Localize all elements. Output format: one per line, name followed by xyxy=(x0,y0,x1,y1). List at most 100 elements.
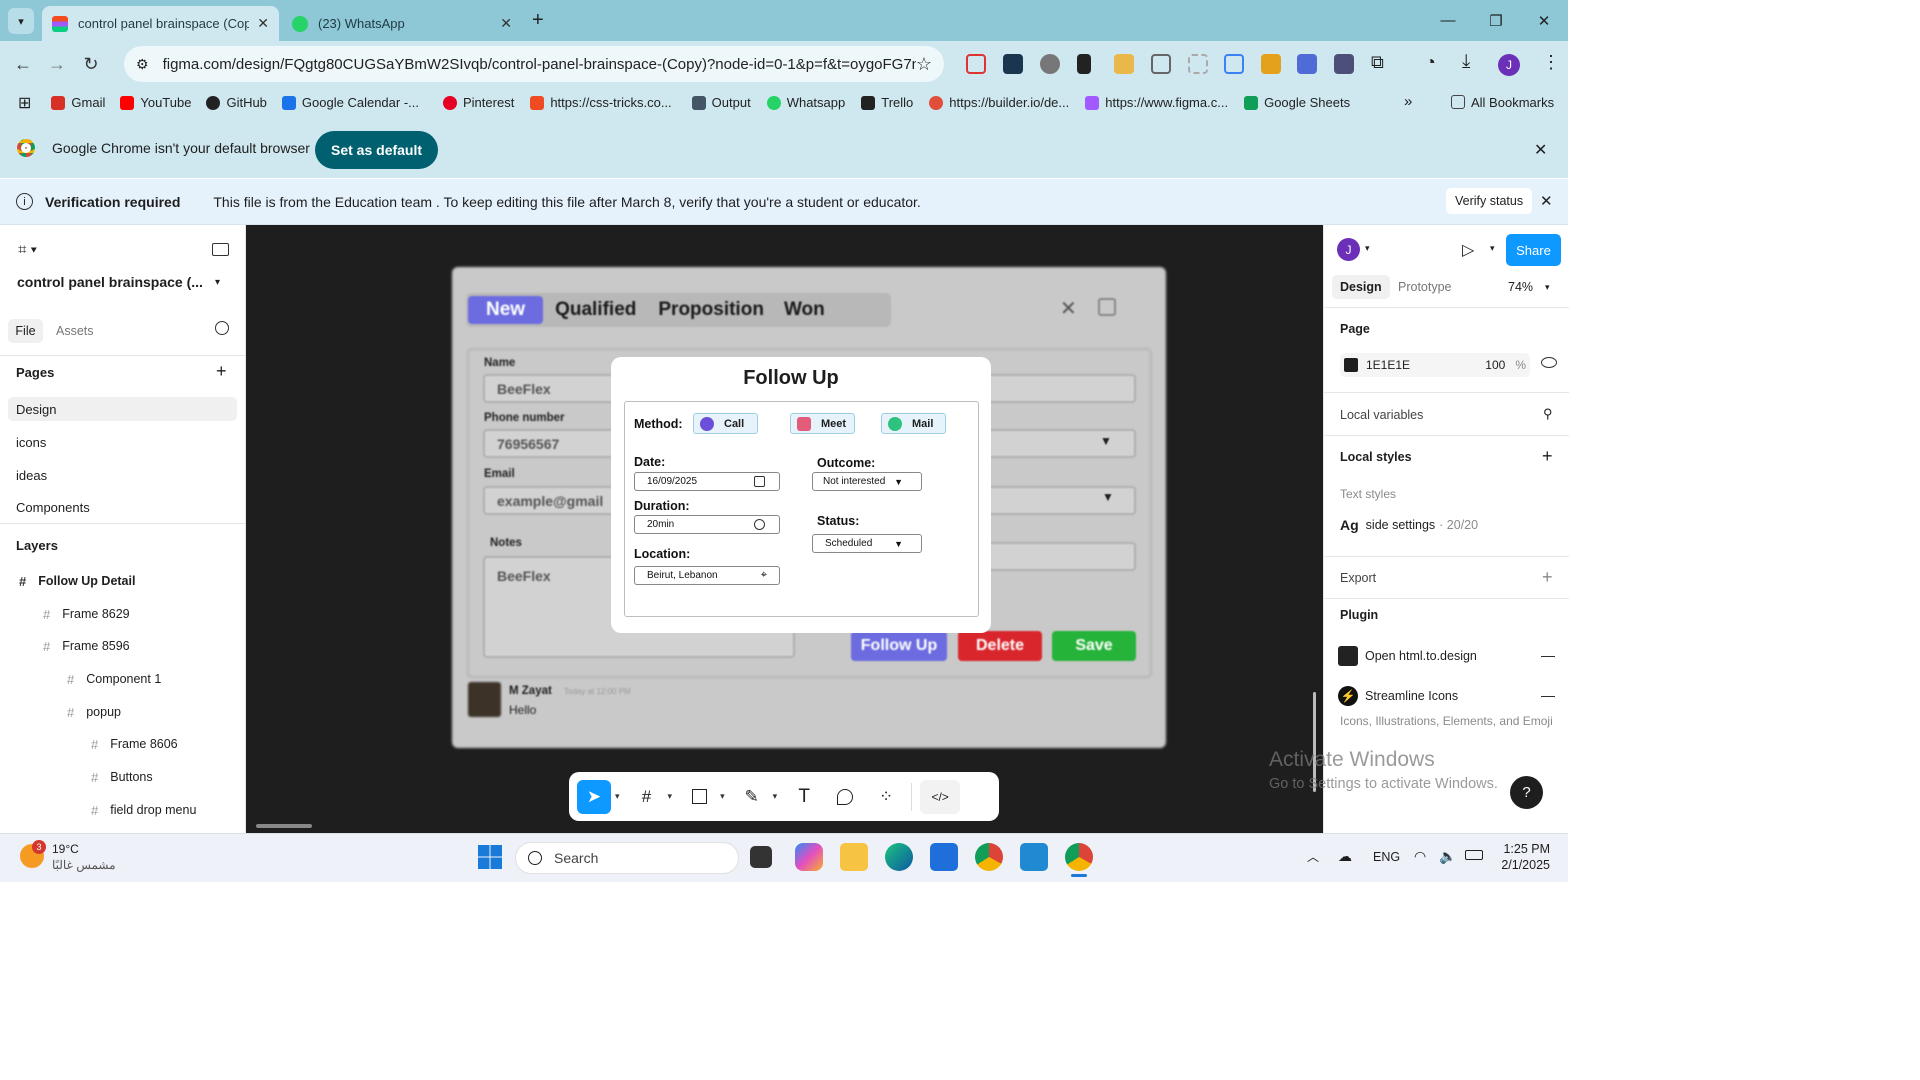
language-indicator[interactable]: ENG xyxy=(1373,850,1400,864)
actions-tool-icon[interactable]: ⁘ xyxy=(869,780,903,814)
delete-button[interactable]: Delete xyxy=(958,631,1042,661)
save-button[interactable]: Save xyxy=(1052,631,1136,661)
bookmark-pinterest[interactable]: Pinterest xyxy=(443,91,514,115)
close-window-icon[interactable]: ✕ xyxy=(1520,12,1568,30)
status-select[interactable]: Scheduled ▼ xyxy=(812,534,922,553)
shape-tool-icon[interactable] xyxy=(682,780,716,814)
chevron-down-icon[interactable]: ▾ xyxy=(1490,243,1495,254)
chevron-down-icon[interactable]: ▾ xyxy=(615,791,620,802)
variables-settings-icon[interactable]: ⚲ xyxy=(1543,406,1553,422)
bookmark-figma[interactable]: https://www.figma.c... xyxy=(1085,91,1228,115)
share-button[interactable]: Share xyxy=(1506,234,1561,266)
verify-status-button[interactable]: Verify status xyxy=(1446,188,1533,214)
chevron-down-icon[interactable]: ▾ xyxy=(1365,243,1370,254)
local-variables-label[interactable]: Local variables xyxy=(1340,408,1423,422)
dev-mode-icon[interactable]: </> xyxy=(920,779,961,814)
file-menu-chevron-icon[interactable]: ▾ xyxy=(215,277,220,288)
tab-new[interactable]: New xyxy=(468,296,544,324)
remove-plugin-icon[interactable]: — xyxy=(1541,687,1555,703)
download-icon[interactable]: ⤓ xyxy=(1462,51,1470,73)
chevron-down-icon[interactable]: ▾ xyxy=(1545,282,1550,293)
mock-input[interactable] xyxy=(983,542,1136,571)
extension-icon[interactable] xyxy=(1040,54,1060,74)
zoom-level[interactable]: 74% xyxy=(1508,280,1533,294)
location-pin-icon[interactable]: ⌖ xyxy=(761,569,767,582)
layer-item[interactable]: # Frame 8606 xyxy=(91,733,178,755)
bookmark-google-sheets[interactable]: Google Sheets xyxy=(1244,91,1350,115)
tab-design[interactable]: Design xyxy=(1332,275,1390,299)
extension-icon[interactable] xyxy=(1334,54,1354,74)
show-hidden-icons[interactable]: ︿ xyxy=(1307,848,1319,865)
minimize-icon[interactable]: — xyxy=(1424,12,1472,29)
figma-main-menu-icon[interactable]: ⌗ ▾ xyxy=(18,241,37,258)
calendar-icon[interactable] xyxy=(754,476,765,487)
extension-icon[interactable] xyxy=(1297,54,1317,74)
store-icon[interactable] xyxy=(930,843,958,871)
plugin-streamline-icons[interactable]: ⚡ Streamline Icons xyxy=(1338,686,1458,706)
forward-icon[interactable]: → xyxy=(40,47,74,81)
volume-icon[interactable]: 🔈 xyxy=(1439,848,1456,865)
close-tab-icon[interactable]: ✕ xyxy=(500,15,512,32)
toggle-sidebar-icon[interactable] xyxy=(212,243,229,256)
follow-up-button[interactable]: Follow Up xyxy=(851,631,947,661)
close-infobar-icon[interactable]: ✕ xyxy=(1534,140,1547,160)
tab-assets[interactable]: Assets xyxy=(56,324,94,338)
site-info-icon[interactable]: ⚙ xyxy=(136,56,149,73)
restore-icon[interactable]: ❐ xyxy=(1472,12,1520,30)
file-name[interactable]: control panel brainspace (... xyxy=(17,274,203,290)
close-tab-icon[interactable]: ✕ xyxy=(257,15,269,32)
bookmark-builder[interactable]: https://builder.io/de... xyxy=(929,91,1069,115)
add-page-icon[interactable]: + xyxy=(216,361,227,382)
start-windows-icon[interactable] xyxy=(478,845,502,869)
clock-date[interactable]: 2/1/2025 xyxy=(1496,858,1550,872)
bookmark-css-tricks[interactable]: https://css-tricks.co... xyxy=(530,91,672,115)
performance-icon[interactable]: ◔ xyxy=(1425,52,1436,73)
profile-avatar[interactable]: J xyxy=(1498,54,1520,76)
tab-search-button[interactable]: ▾ xyxy=(8,8,34,34)
bookmark-youtube[interactable]: YouTube xyxy=(120,91,191,115)
tab-won[interactable]: Won xyxy=(774,296,835,324)
method-mail-button[interactable]: Mail xyxy=(881,413,946,434)
search-icon[interactable] xyxy=(215,321,229,335)
eye-visibility-icon[interactable] xyxy=(1541,357,1557,368)
edge-icon[interactable] xyxy=(885,843,913,871)
chevron-down-icon[interactable]: ▼ xyxy=(1100,434,1112,448)
avatar[interactable]: J xyxy=(1337,238,1360,261)
new-tab-icon[interactable]: + xyxy=(532,9,544,32)
set-as-default-button[interactable]: Set as default xyxy=(315,131,439,169)
extension-icon[interactable] xyxy=(1003,54,1023,74)
vscode-icon[interactable] xyxy=(1020,843,1048,871)
page-item-icons[interactable]: icons xyxy=(8,430,237,454)
plugin-html-to-design[interactable]: Open html.to.design xyxy=(1338,646,1477,666)
file-explorer-icon[interactable] xyxy=(840,843,868,871)
tab-figma[interactable]: control panel brainspace (Copy) ✕ xyxy=(42,6,279,41)
remove-plugin-icon[interactable]: — xyxy=(1541,647,1555,663)
present-play-icon[interactable]: ▷ xyxy=(1462,240,1474,260)
chrome-menu-icon[interactable]: ⋮ xyxy=(1542,52,1560,73)
page-item-components[interactable]: Components xyxy=(8,495,237,519)
clock-icon[interactable] xyxy=(754,519,765,530)
more-bookmarks-icon[interactable]: » xyxy=(1404,93,1412,110)
extension-icon[interactable] xyxy=(1224,54,1244,74)
pen-tool-icon[interactable]: ✎ xyxy=(735,780,769,814)
text-tool-icon[interactable]: T xyxy=(787,780,821,814)
location-input[interactable]: Beirut, Lebanon ⌖ xyxy=(634,566,780,585)
network-off-icon[interactable]: ☁ xyxy=(1338,848,1352,865)
method-meet-button[interactable]: Meet xyxy=(790,413,855,434)
bookmark-output[interactable]: Output xyxy=(691,91,751,115)
help-button[interactable]: ? xyxy=(1510,776,1543,809)
add-style-icon[interactable]: + xyxy=(1542,446,1553,467)
extension-icon[interactable] xyxy=(1114,54,1134,74)
layer-item[interactable]: # popup xyxy=(67,701,121,723)
extension-icon[interactable] xyxy=(1261,54,1281,74)
chevron-down-icon[interactable]: ▾ xyxy=(668,791,673,802)
layer-item[interactable]: # Frame 8596 xyxy=(43,635,130,657)
apps-grid-icon[interactable]: ⊞ xyxy=(18,93,31,113)
task-view-icon[interactable] xyxy=(750,846,772,868)
tab-prototype[interactable]: Prototype xyxy=(1398,280,1452,294)
page-color-field[interactable]: 1E1E1E 100 % xyxy=(1340,353,1530,377)
bookmark-gmail[interactable]: Gmail xyxy=(51,91,105,115)
add-export-icon[interactable]: + xyxy=(1542,567,1553,588)
layer-item[interactable]: # field drop menu xyxy=(91,799,196,821)
chevron-down-icon[interactable]: ▾ xyxy=(773,791,778,802)
